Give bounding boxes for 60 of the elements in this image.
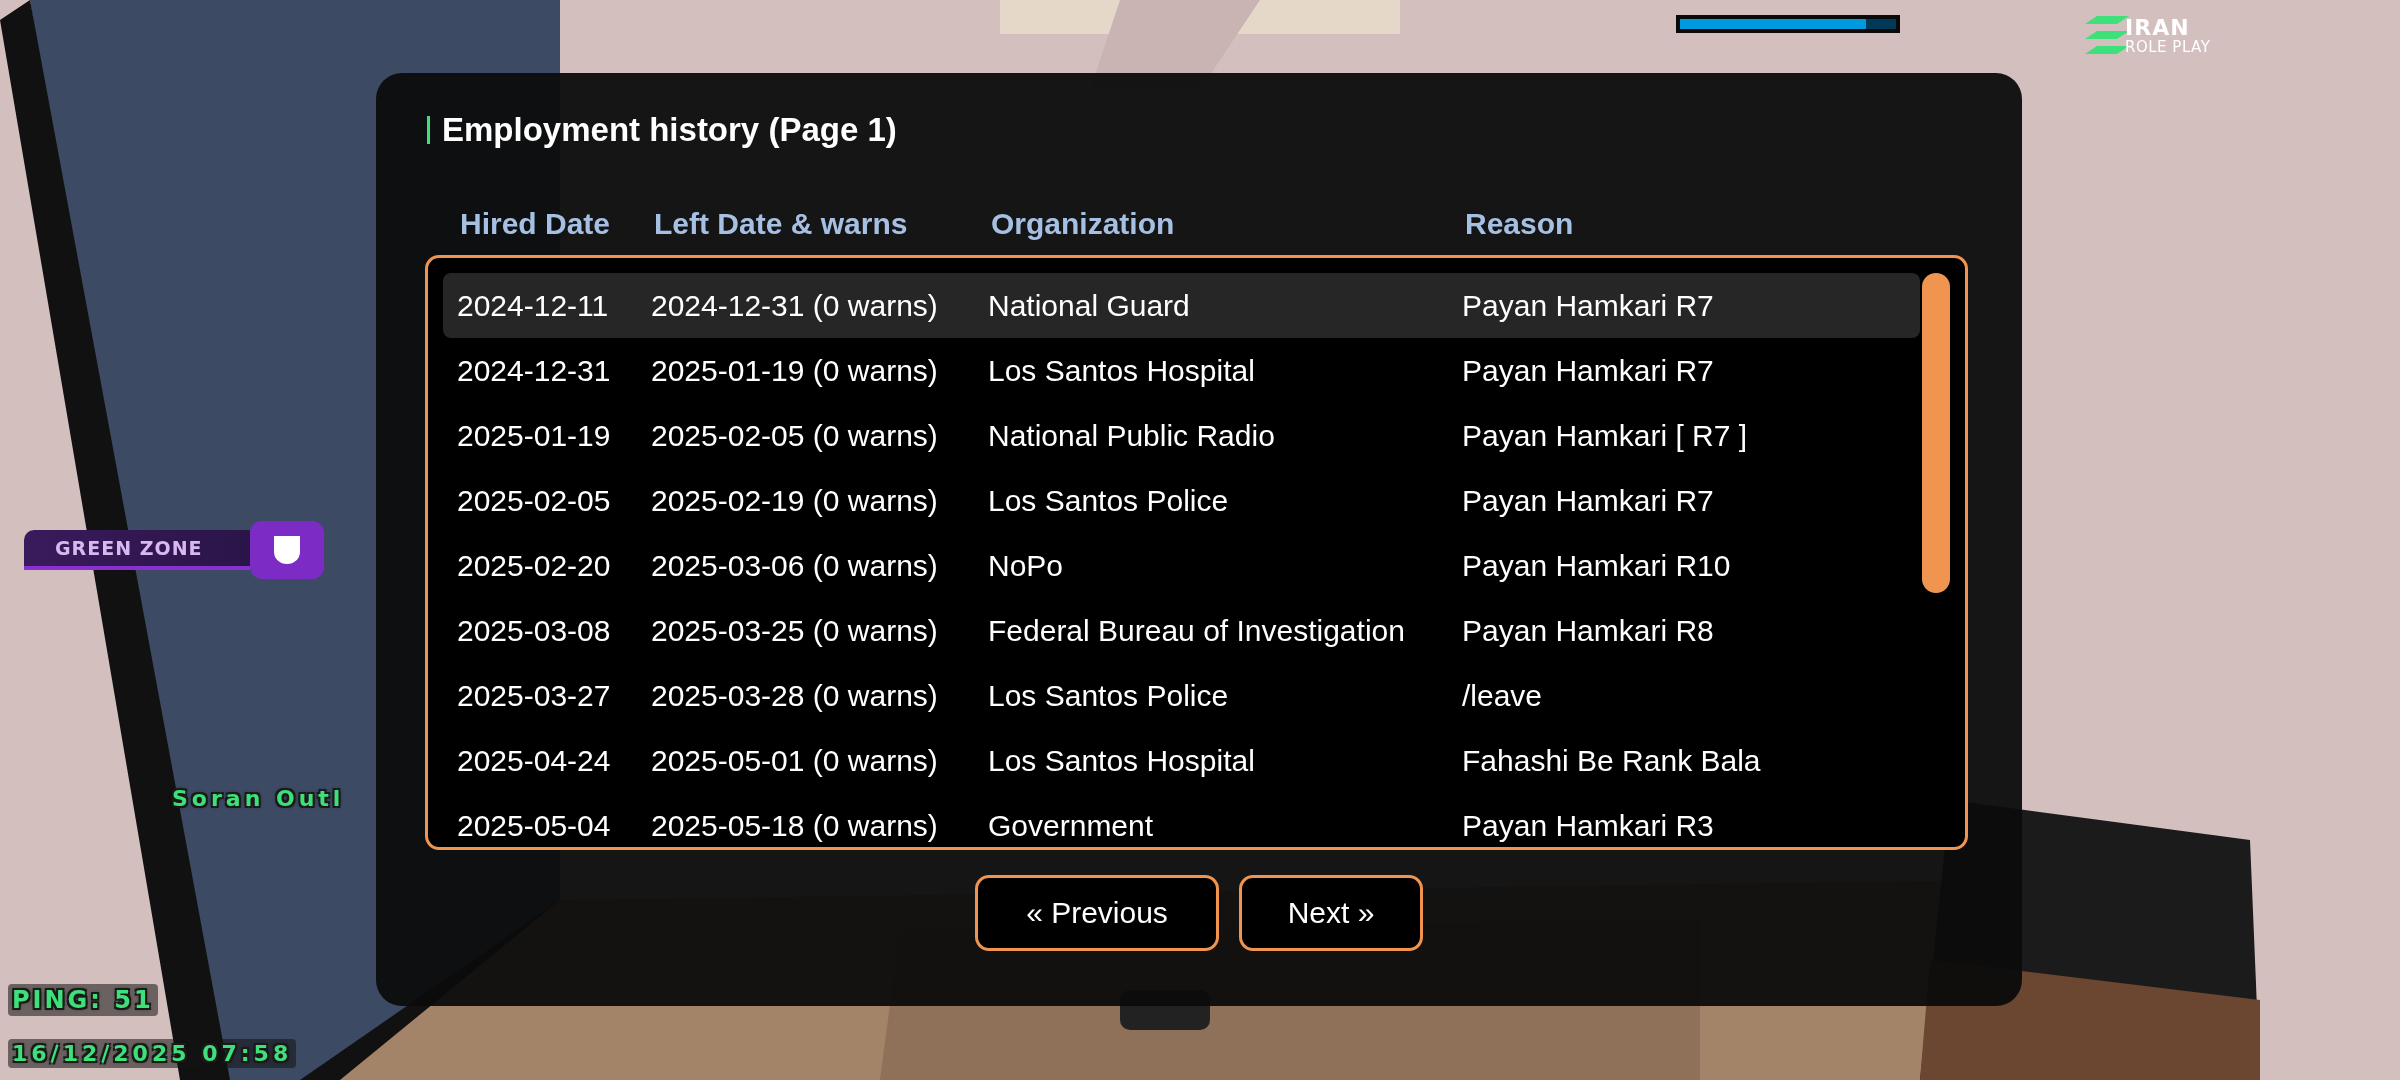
table-cell-text: Federal Bureau of Investigation	[988, 613, 1406, 648]
column-header: Reason	[1465, 207, 1575, 241]
table-cell-text: 2025-03-27	[457, 678, 612, 713]
table-cell-text: 2025-02-05	[457, 483, 612, 518]
table-cell-text: 2025-03-28 (0 warns)	[651, 678, 939, 713]
table-cell-text: 2025-03-25 (0 warns)	[651, 613, 939, 648]
column-header: Left Date & warns	[654, 207, 909, 241]
table-cell-text: 2025-04-24	[457, 743, 612, 778]
table-cell-text: Payan Hamkari R7	[1462, 288, 1715, 323]
previous-button[interactable]: « Previous	[975, 875, 1219, 951]
dialog-title: Employment history (Page 1)	[442, 111, 897, 149]
table-cell-text: Fahashi Be Rank Bala	[1462, 743, 1762, 778]
table-cell-text: 2025-05-01 (0 warns)	[651, 743, 939, 778]
table-cell-text: 2025-02-19 (0 warns)	[651, 483, 939, 518]
table-row[interactable]: 2025-01-19 2025-02-05 (0 warns) National Public Radio Payan Hamkari [ R7 ]	[443, 403, 1920, 468]
table-cell-text: 2024-12-31 (0 warns)	[651, 288, 939, 323]
table-cell-text: Payan Hamkari R7	[1462, 353, 1715, 388]
table-cell-text: Los Santos Hospital	[988, 743, 1256, 778]
title-accent	[427, 116, 430, 144]
table-cell-text: Payan Hamkari [ R7 ]	[1462, 418, 1749, 453]
table-cell-text: 2025-01-19	[457, 418, 612, 453]
table-row[interactable]: 2025-04-24 2025-05-01 (0 warns) Los Santos Hospital Fahashi Be Rank Bala	[443, 728, 1920, 793]
table-cell-text: 2025-02-05 (0 warns)	[651, 418, 939, 453]
table-cell-text: 2025-02-20	[457, 548, 612, 583]
logo-subtitle: ROLE PLAY	[2125, 39, 2211, 55]
table-cell-text: 2024-12-11	[457, 288, 610, 323]
column-header: Hired Date	[460, 207, 612, 241]
logo-title: IRAN	[2125, 17, 2191, 39]
table-cell-text: NoPo	[988, 548, 1065, 583]
next-button[interactable]: Next »	[1239, 875, 1423, 951]
table-row[interactable]: 2024-12-11 2024-12-31 (0 warns) National Guard Payan Hamkari R7	[443, 273, 1920, 338]
table-cell-text: National Guard	[988, 288, 1191, 323]
column-header: Organization	[991, 207, 1176, 241]
ping-text: PING: 51	[8, 984, 158, 1016]
table-cell-text: 2025-05-04	[457, 808, 612, 843]
table-cell-text: Payan Hamkari R3	[1462, 808, 1715, 843]
table-cell-text: 2025-03-06 (0 warns)	[651, 548, 939, 583]
table-cell-text: 2025-01-19 (0 warns)	[651, 353, 939, 388]
table-cell-text: Los Santos Hospital	[988, 353, 1256, 388]
scrollbar-thumb[interactable]	[1922, 273, 1950, 593]
table-cell-text: 2024-12-31	[457, 353, 612, 388]
shield-icon	[274, 536, 300, 564]
table-cell-text: Los Santos Police	[988, 678, 1230, 713]
table-cell-text: Payan Hamkari R8	[1462, 613, 1715, 648]
table-row[interactable]: 2025-03-08 2025-03-25 (0 warns) Federal Bureau of Investigation Payan Hamkari R8	[443, 598, 1920, 663]
table-row[interactable]: 2025-02-20 2025-03-06 (0 warns) NoPo Payan Hamkari R10	[443, 533, 1920, 598]
table-cell-text: 2025-03-08	[457, 613, 612, 648]
table-cell-text: National Public Radio	[988, 418, 1276, 453]
table-row[interactable]: 2025-03-27 2025-03-28 (0 warns) Los Santos Police /leave	[443, 663, 1920, 728]
table-cell-text: /leave	[1462, 678, 1544, 713]
table-row[interactable]: 2025-02-05 2025-02-19 (0 warns) Los Santos Police Payan Hamkari R7	[443, 468, 1920, 533]
table-cell-text: Los Santos Police	[988, 483, 1230, 518]
table-cell-text: Government	[988, 808, 1155, 843]
table-cell-text: Payan Hamkari R7	[1462, 483, 1715, 518]
zone-label: GREEN ZONE	[24, 530, 250, 570]
table-row[interactable]: 2024-12-31 2025-01-19 (0 warns) Los Santos Hospital Payan Hamkari R7	[443, 338, 1920, 403]
player-name-tag: Soran Outl	[172, 786, 345, 811]
table-cell-text: 2025-05-18 (0 warns)	[651, 808, 939, 843]
table-row[interactable]: 2025-05-04 2025-05-18 (0 warns) Government Payan Hamkari R3	[443, 793, 1920, 847]
table-cell-text: Payan Hamkari R10	[1462, 548, 1732, 583]
